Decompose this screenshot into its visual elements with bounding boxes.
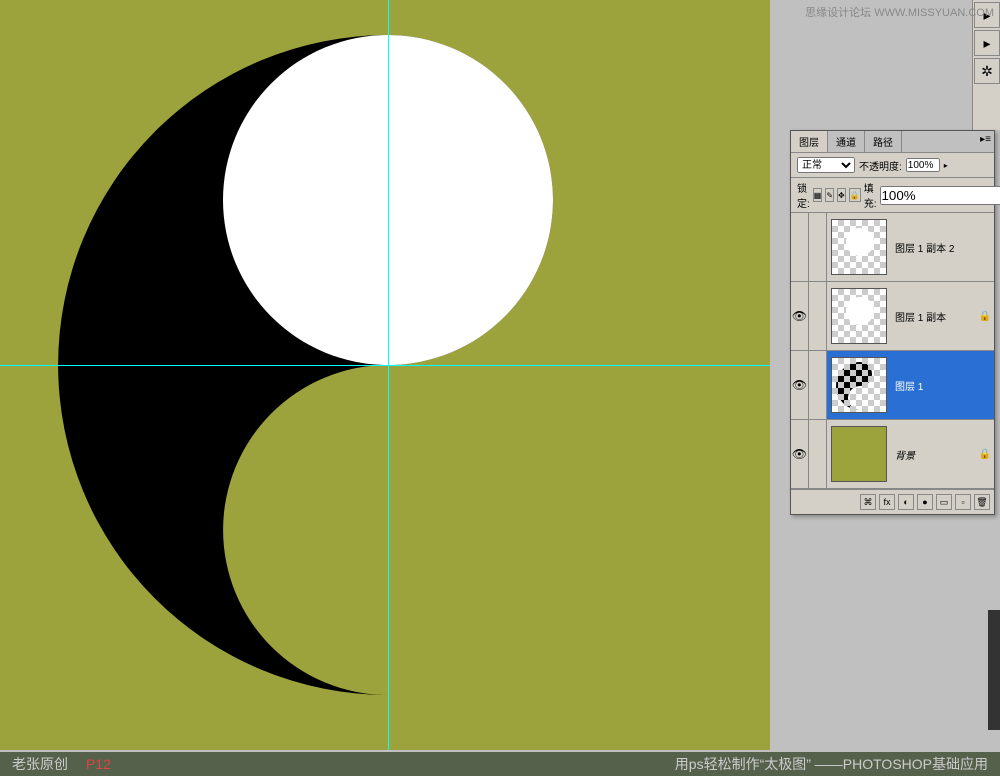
canvas[interactable]	[0, 0, 770, 750]
layer-row[interactable]: 图层 1 副本 2	[791, 213, 994, 282]
trash-icon[interactable]: 🗑	[974, 494, 990, 510]
layer-name[interactable]: 图层 1	[891, 378, 976, 393]
layer-name[interactable]: 图层 1 副本 2	[891, 240, 976, 255]
layer-name[interactable]: 背景	[891, 447, 976, 462]
tab-layers[interactable]: 图层	[791, 131, 828, 152]
link-cell[interactable]	[809, 420, 827, 488]
lock-transparency-icon[interactable]: ▦	[813, 188, 823, 202]
layer-thumbnail[interactable]	[831, 357, 887, 413]
workspace	[0, 0, 788, 752]
guide-vertical[interactable]	[388, 0, 389, 750]
lock-move-icon[interactable]: ✥	[837, 188, 846, 202]
lock-label: 锁定:	[797, 180, 810, 210]
canvas-art	[0, 0, 770, 750]
fill-input[interactable]	[880, 186, 1000, 205]
layer-thumbnail[interactable]	[831, 426, 887, 482]
new-layer-icon[interactable]: ▫	[955, 494, 971, 510]
panel-tabs: 图层 通道 路径	[791, 131, 994, 153]
watermark: 思缘设计论坛 WWW.MISSYUAN.COM	[805, 4, 994, 20]
visibility-toggle[interactable]	[791, 213, 809, 281]
layer-list: 图层 1 副本 2 👁 图层 1 副本 🔒 👁 图层 1 👁 背景 🔒	[791, 213, 994, 489]
layer-row[interactable]: 👁 图层 1 副本 🔒	[791, 282, 994, 351]
history-icon[interactable]: ▸	[974, 30, 1000, 56]
panel-menu-icon[interactable]: ▸≡	[980, 134, 991, 145]
layers-panel: ▸≡ 图层 通道 路径 正常 不透明度: ▸ 锁定: ▦ ✎ ✥ 🔒 填充: ▸…	[790, 130, 995, 515]
layer-lock-cell: 🔒	[976, 311, 994, 322]
panel-footer: ⌘ fx ◐ ● ▭ ▫ 🗑	[791, 489, 994, 514]
layer-lock-cell: 🔒	[976, 449, 994, 460]
tutorial-title: 用ps轻松制作“太极图” ——PHOTOSHOP基础应用	[675, 754, 988, 774]
tab-paths[interactable]: 路径	[865, 131, 902, 152]
color-icon[interactable]: ✲	[974, 58, 1000, 84]
scrollbar-dark	[988, 610, 1000, 730]
link-cell[interactable]	[809, 351, 827, 419]
opacity-arrow-icon[interactable]: ▸	[944, 161, 948, 170]
page-number: P12	[86, 756, 111, 772]
fx-icon[interactable]: fx	[879, 494, 895, 510]
blend-row: 正常 不透明度: ▸	[791, 153, 994, 178]
adjustment-icon[interactable]: ●	[917, 494, 933, 510]
folder-icon[interactable]: ▭	[936, 494, 952, 510]
bottom-bar: 老张原创 P12 用ps轻松制作“太极图” ——PHOTOSHOP基础应用	[0, 752, 1000, 776]
guide-horizontal[interactable]	[0, 365, 770, 366]
link-cell[interactable]	[809, 282, 827, 350]
link-cell[interactable]	[809, 213, 827, 281]
opacity-label: 不透明度:	[859, 158, 902, 173]
visibility-toggle[interactable]: 👁	[791, 282, 809, 350]
layer-row[interactable]: 👁 图层 1	[791, 351, 994, 420]
link-layers-icon[interactable]: ⌘	[860, 494, 876, 510]
opacity-input[interactable]	[906, 158, 940, 172]
layer-name[interactable]: 图层 1 副本	[891, 309, 976, 324]
mask-icon[interactable]: ◐	[898, 494, 914, 510]
visibility-toggle[interactable]: 👁	[791, 351, 809, 419]
tab-channels[interactable]: 通道	[828, 131, 865, 152]
visibility-toggle[interactable]: 👁	[791, 420, 809, 488]
lock-row: 锁定: ▦ ✎ ✥ 🔒 填充: ▸	[791, 178, 994, 213]
lock-brush-icon[interactable]: ✎	[825, 188, 834, 202]
blend-mode-select[interactable]: 正常	[797, 157, 855, 173]
layer-row[interactable]: 👁 背景 🔒	[791, 420, 994, 489]
layer-thumbnail[interactable]	[831, 288, 887, 344]
layer-thumbnail[interactable]	[831, 219, 887, 275]
lock-all-icon[interactable]: 🔒	[849, 188, 861, 202]
author-label: 老张原创	[12, 754, 68, 774]
fill-label: 填充:	[864, 180, 877, 210]
